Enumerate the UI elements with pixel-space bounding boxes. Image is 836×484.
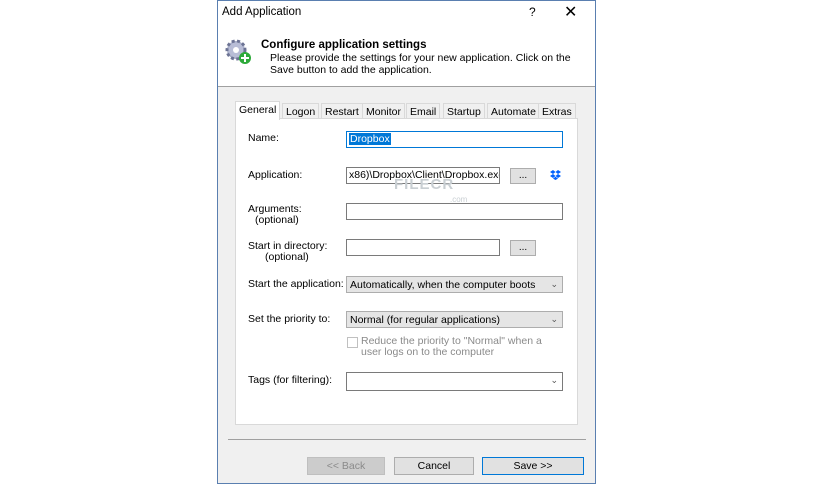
save-button[interactable]: Save >> [482,457,584,475]
gear-add-icon [225,39,251,64]
watermark: FILECR [394,176,455,193]
tab-startup[interactable]: Startup [443,103,485,119]
chevron-down-icon: ⌄ [550,279,558,289]
cancel-button[interactable]: Cancel [394,457,474,475]
dialog-header: Configure application settings Please pr… [218,25,595,87]
help-button[interactable]: ? [529,5,536,19]
window-title: Add Application [222,6,302,18]
tab-email[interactable]: Email [406,103,441,119]
tab-general[interactable]: General [235,101,281,120]
header-title: Configure application settings [261,39,427,51]
watermark-sub: .com [450,195,468,204]
tab-monitor[interactable]: Monitor [362,103,406,119]
tab-logon[interactable]: Logon [282,103,320,119]
arguments-optional-label: (optional) [255,214,299,226]
priority-select[interactable]: Normal (for regular applications) ⌄ [346,311,563,328]
start-application-select[interactable]: Automatically, when the computer boots ⌄ [346,276,563,293]
title-bar: Add Application ? ✕ [218,1,595,25]
name-label: Name: [248,132,279,144]
arguments-input[interactable] [346,203,563,220]
priority-label: Set the priority to: [248,313,331,325]
add-application-dialog: Add Application ? ✕ Configure applicatio… [217,0,596,484]
close-button[interactable]: ✕ [564,2,577,22]
header-description: Please provide the settings for your new… [270,52,571,76]
start-application-label: Start the application: [248,278,344,290]
back-button[interactable]: << Back [307,457,385,475]
divider [228,439,586,440]
tab-automate[interactable]: Automate [487,103,540,119]
reduce-priority-checkbox[interactable] [347,337,358,348]
start-directory-optional-label: (optional) [265,251,309,263]
tab-restart[interactable]: Restart [321,103,363,119]
dropbox-icon [550,170,561,180]
browse-application-button[interactable]: ... [510,168,536,184]
tab-extras[interactable]: Extras [538,103,576,119]
name-value: Dropbox [349,133,391,145]
general-panel: Name: Dropbox Application: x86)\Dropbox\… [235,118,578,425]
reduce-priority-label: Reduce the priority to "Normal" when a u… [361,335,542,358]
tags-label: Tags (for filtering): [248,374,333,386]
tags-combobox[interactable]: ⌄ [346,372,563,391]
browse-directory-button[interactable]: ... [510,240,536,256]
priority-value: Normal (for regular applications) [350,314,500,326]
chevron-down-icon: ⌄ [550,314,558,324]
application-label: Application: [248,169,303,181]
chevron-down-icon: ⌄ [550,375,558,385]
start-directory-input[interactable] [346,239,500,256]
start-application-value: Automatically, when the computer boots [350,279,536,291]
name-input[interactable]: Dropbox [346,131,563,148]
